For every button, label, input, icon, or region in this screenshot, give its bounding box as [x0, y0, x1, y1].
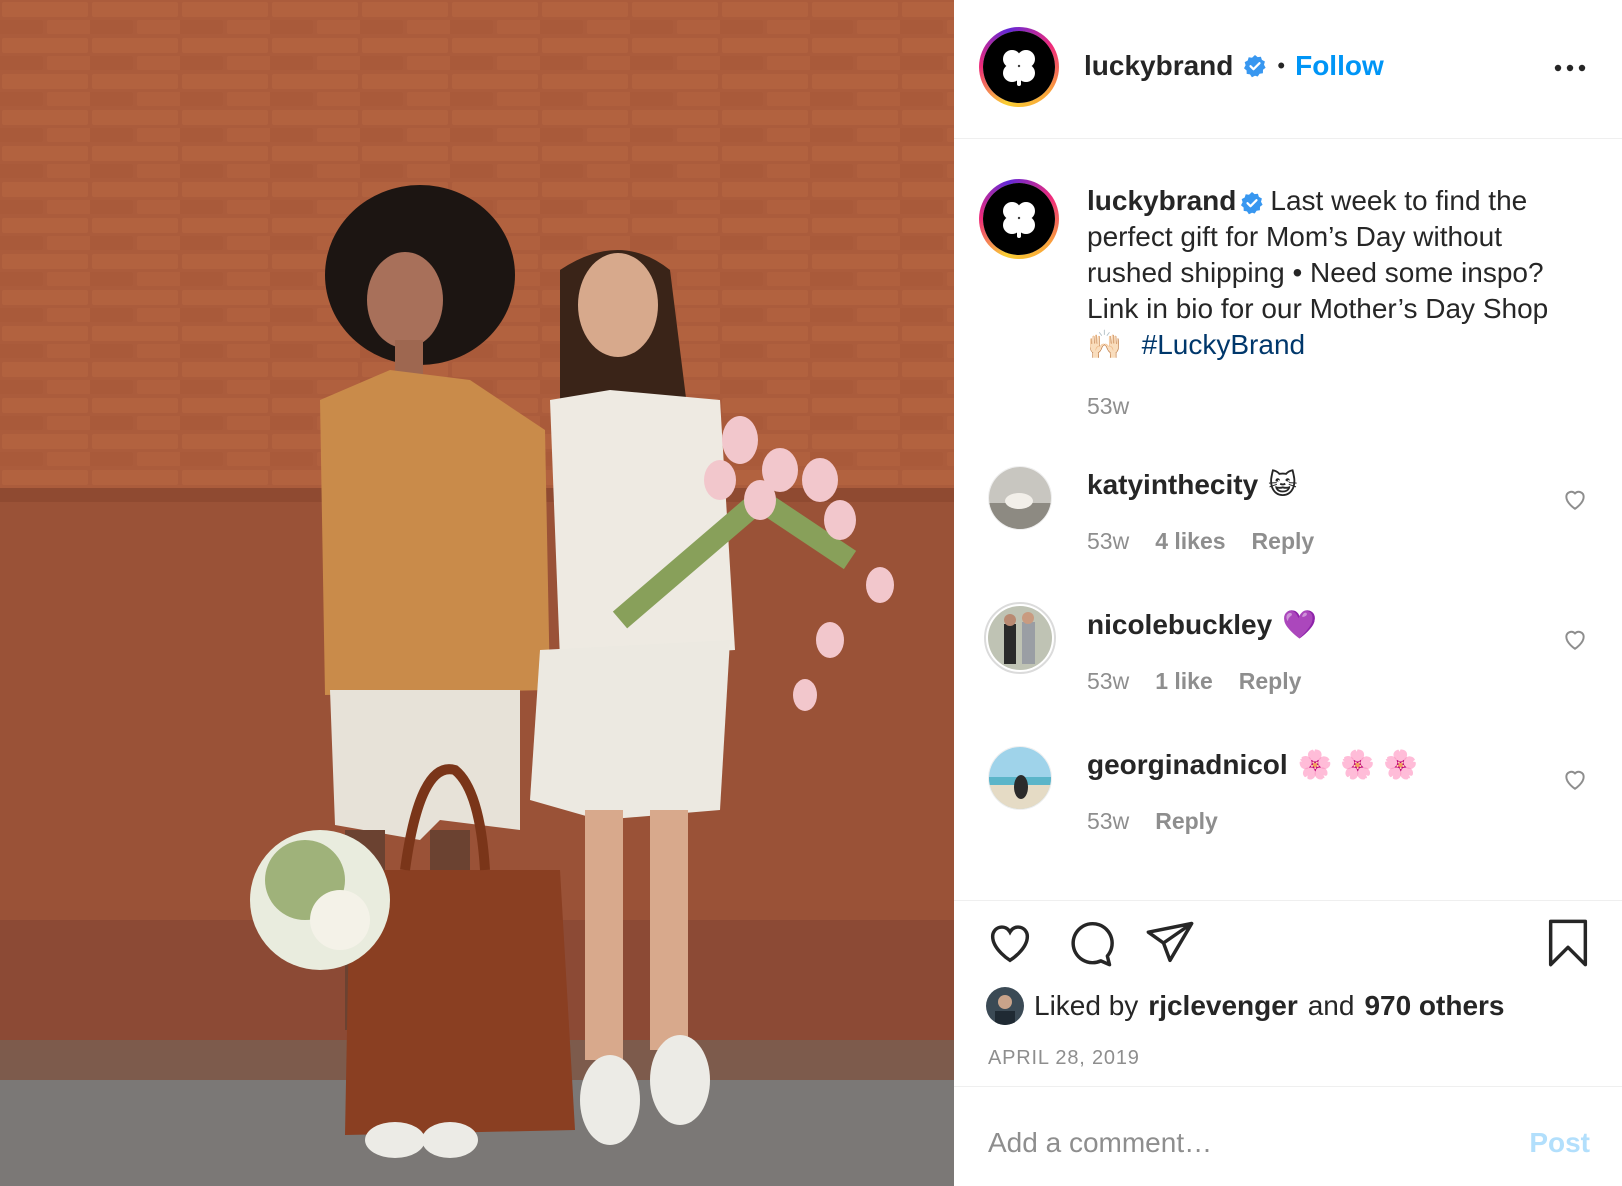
- comment-username[interactable]: katyinthecity: [1087, 469, 1258, 501]
- comment-text: 💜: [1282, 609, 1318, 640]
- likes-and: and: [1307, 990, 1355, 1021]
- comment-reply-button[interactable]: Reply: [1155, 808, 1218, 835]
- comment-item: georginadnicol 🌸 🌸 🌸 53w Reply: [954, 746, 1622, 866]
- comment-reply-button[interactable]: Reply: [1239, 668, 1302, 695]
- comment-heart-icon[interactable]: [1562, 766, 1588, 792]
- comment-likes[interactable]: 4 likes: [1155, 528, 1225, 555]
- liker-username[interactable]: rjclevenger: [1148, 990, 1297, 1022]
- post-actions: Liked by rjclevenger and 970 others APRI…: [954, 900, 1622, 1086]
- likes-others-link[interactable]: 970 others: [1364, 990, 1504, 1022]
- post-date[interactable]: APRIL 28, 2019: [988, 1047, 1140, 1070]
- comment-time[interactable]: 53w: [1087, 668, 1129, 695]
- share-icon[interactable]: [1144, 917, 1196, 969]
- photo-illustration: [0, 0, 954, 1186]
- verified-badge-icon: [1241, 191, 1263, 214]
- comment-time[interactable]: 53w: [1087, 528, 1129, 555]
- liker-avatar[interactable]: [986, 987, 1024, 1025]
- caption-hashtag-link[interactable]: #LuckyBrand: [1142, 329, 1305, 360]
- caption-emoji: 🙌🏻: [1087, 329, 1122, 360]
- likes-summary: Liked by rjclevenger and 970 others: [986, 987, 1505, 1025]
- comment-time[interactable]: 53w: [1087, 808, 1129, 835]
- comment-text: 🌸 🌸 🌸: [1297, 749, 1418, 780]
- comment-username[interactable]: georginadnicol: [1087, 749, 1288, 781]
- heart-icon[interactable]: [984, 917, 1036, 969]
- likes-prefix: Liked by: [1034, 990, 1139, 1021]
- comment-item: nicolebuckley 💜 53w 1 like Reply: [954, 602, 1622, 726]
- more-options-icon[interactable]: [1552, 50, 1588, 86]
- post-photo[interactable]: [0, 0, 954, 1186]
- comment-heart-icon[interactable]: [1562, 486, 1588, 512]
- add-comment-bar: Add a comment… Post: [954, 1086, 1622, 1186]
- author-username[interactable]: luckybrand: [1084, 50, 1233, 82]
- commenter-avatar[interactable]: [988, 466, 1052, 530]
- comment-input[interactable]: Add a comment…: [988, 1127, 1212, 1159]
- clover-logo-icon: [1003, 50, 1035, 86]
- comment-reply-button[interactable]: Reply: [1252, 528, 1315, 555]
- caption-text-block: luckybrand Last week to find the perfect…: [1087, 183, 1587, 363]
- comment-username[interactable]: nicolebuckley: [1087, 609, 1272, 641]
- follow-button[interactable]: Follow: [1295, 50, 1384, 82]
- commenter-avatar[interactable]: [984, 602, 1056, 674]
- post-comment-button[interactable]: Post: [1529, 1127, 1590, 1159]
- caption-timestamp[interactable]: 53w: [1087, 393, 1129, 420]
- comment-likes[interactable]: 1 like: [1155, 668, 1213, 695]
- verified-badge-icon: [1244, 55, 1266, 78]
- commenter-avatar[interactable]: [988, 746, 1052, 810]
- comment-icon[interactable]: [1064, 917, 1116, 969]
- comment-heart-icon[interactable]: [1562, 626, 1588, 652]
- caption-author-avatar[interactable]: [979, 179, 1059, 259]
- separator-dot: •: [1277, 53, 1286, 78]
- post-header: luckybrand • Follow: [954, 0, 1622, 139]
- author-avatar[interactable]: [979, 27, 1059, 107]
- bookmark-icon[interactable]: [1542, 917, 1594, 969]
- caption-username[interactable]: luckybrand: [1087, 185, 1236, 216]
- comment-item: katyinthecity 😺 53w 4 likes Reply: [954, 466, 1622, 586]
- comment-text: 😺: [1268, 469, 1298, 500]
- clover-logo-icon: [1003, 202, 1035, 238]
- post-side-panel: luckybrand • Follow luckybrand Last week…: [954, 0, 1622, 1186]
